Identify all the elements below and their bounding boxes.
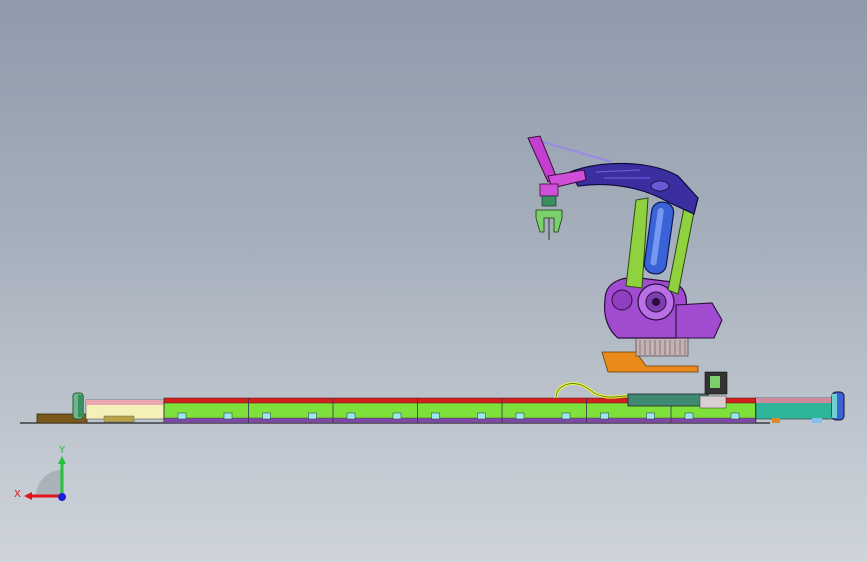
y-axis-label: Y	[58, 445, 66, 456]
rail-mounting-pad	[646, 412, 655, 420]
rail-mounting-pad	[223, 412, 233, 420]
rail-mounting-pad	[262, 412, 271, 420]
rail-mounting-pad	[177, 412, 187, 420]
rail-mounting-pad	[600, 412, 609, 420]
rail-mounting-pad	[392, 412, 402, 420]
z-axis-dot	[58, 493, 66, 501]
rail-mounting-pad	[684, 412, 694, 420]
view-orientation-triad[interactable]: Y X	[14, 442, 74, 506]
cable-chain	[554, 382, 631, 399]
robot-carriage[interactable]	[627, 393, 709, 407]
rail-mounting-pad	[346, 412, 356, 420]
rail-mounting-pad	[515, 412, 525, 420]
triad-quadrant	[36, 470, 62, 496]
rail-mounting-pad	[477, 412, 486, 420]
rail-mounting-pad	[308, 412, 317, 420]
rail-mounting-pad	[730, 412, 740, 420]
axis-motor-housing	[675, 302, 723, 339]
upper-arm[interactable]	[569, 162, 699, 215]
rail-mounting-pad	[561, 412, 571, 420]
x-axis-label: X	[14, 489, 21, 500]
end-effector-flange	[539, 183, 559, 197]
rail-mounting-pad	[431, 412, 440, 420]
graphics-viewport[interactable]: Y X	[0, 0, 867, 562]
robot-assembly-model[interactable]	[0, 0, 867, 562]
lower-arm-link[interactable]	[625, 197, 649, 289]
